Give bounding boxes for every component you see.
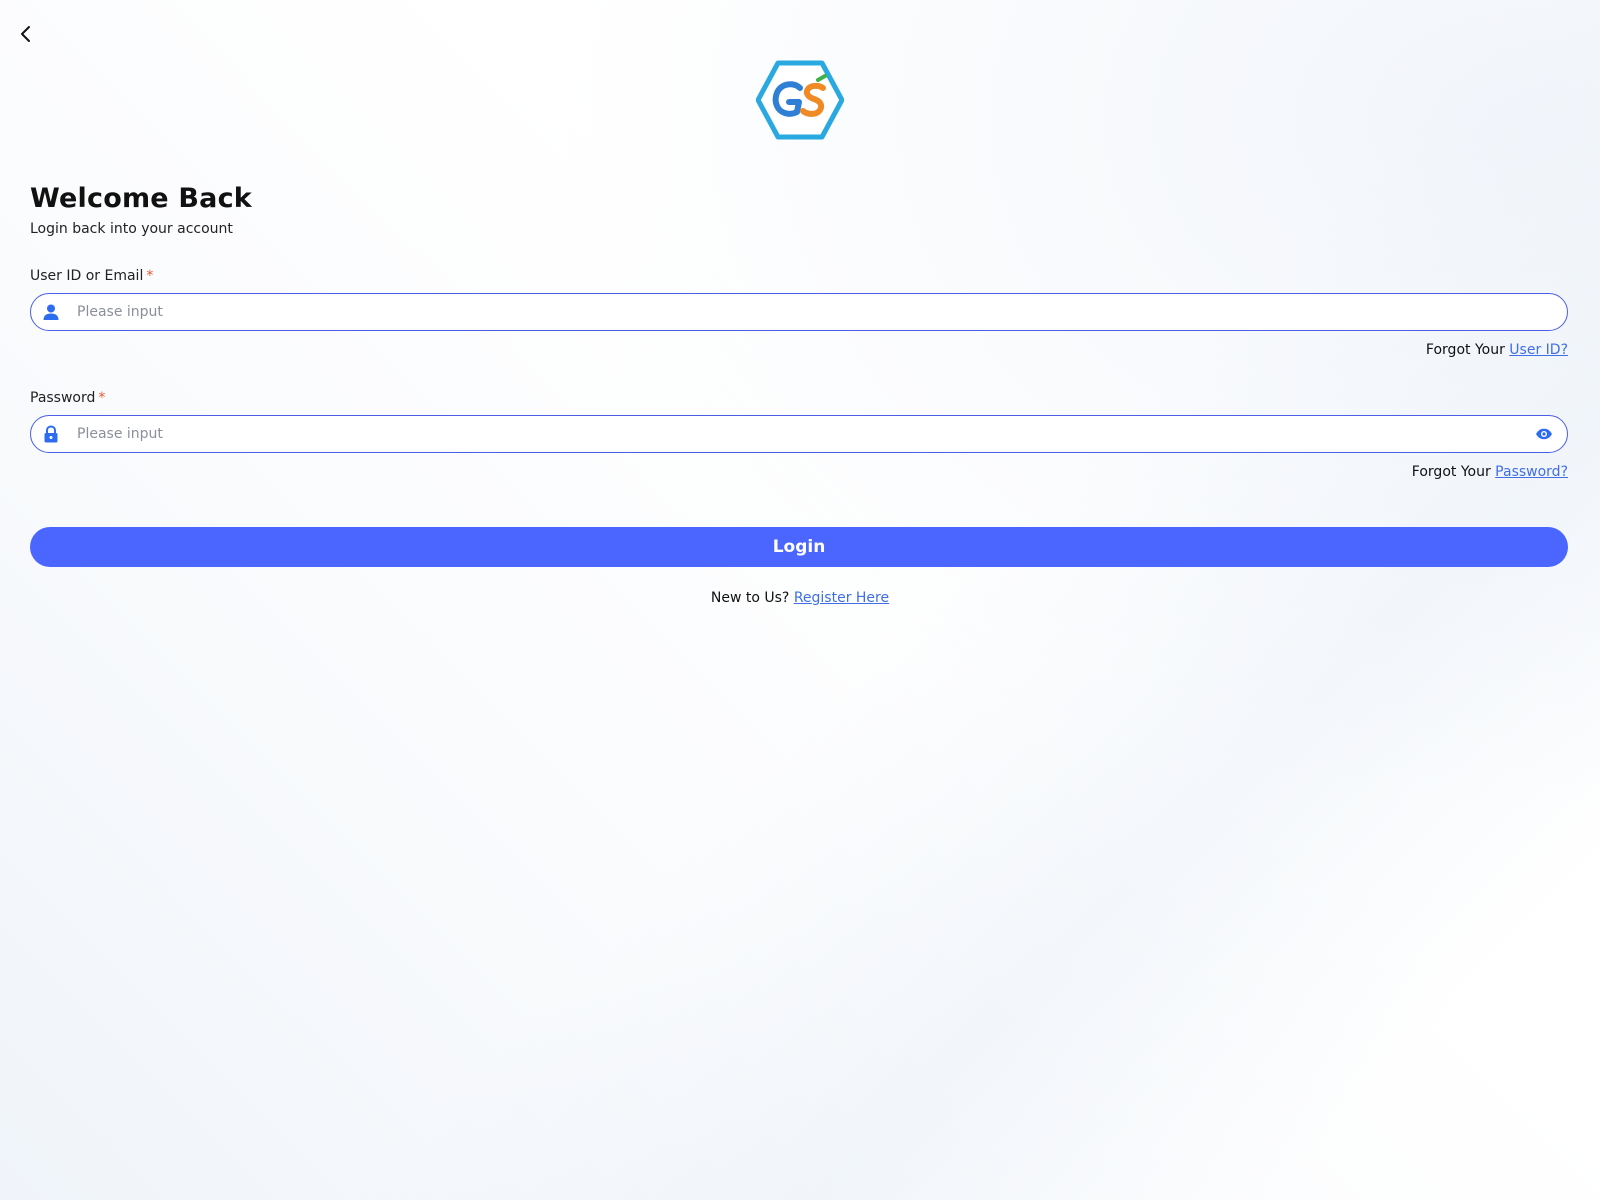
back-button[interactable] [14,22,38,46]
forgot-user-id-prefix: Forgot Your [1425,342,1505,358]
password-input-wrapper[interactable] [30,415,1568,453]
eye-icon[interactable] [1533,423,1555,445]
page-subtitle: Login back into your account [30,221,233,237]
page-title: Welcome Back [30,183,252,214]
user-id-label: User ID or Email * [30,268,153,284]
forgot-password: Forgot Your Password? [1412,464,1568,480]
user-id-label-text: User ID or Email [30,268,144,284]
forgot-user-id: Forgot Your User ID? [1426,342,1568,358]
brand-logo [755,60,845,140]
password-input[interactable] [77,416,1533,452]
forgot-user-id-link[interactable]: User ID? [1509,342,1568,358]
lock-icon [41,424,61,444]
register-prefix: New to Us? [710,590,790,606]
register-link[interactable]: Register Here [794,590,889,606]
required-mark: * [98,390,106,406]
forgot-password-link[interactable]: Password? [1495,464,1568,480]
required-mark: * [146,268,154,284]
chevron-left-icon [21,26,30,42]
user-id-input[interactable] [77,294,1567,330]
register-prompt: New to Us? Register Here [0,590,1600,606]
user-icon [41,302,61,322]
login-button[interactable]: Login [30,527,1568,567]
password-label-text: Password [30,390,96,406]
forgot-password-prefix: Forgot Your [1411,464,1491,480]
logo-icon [755,60,845,140]
user-id-input-wrapper[interactable] [30,293,1568,331]
password-label: Password * [30,390,105,406]
